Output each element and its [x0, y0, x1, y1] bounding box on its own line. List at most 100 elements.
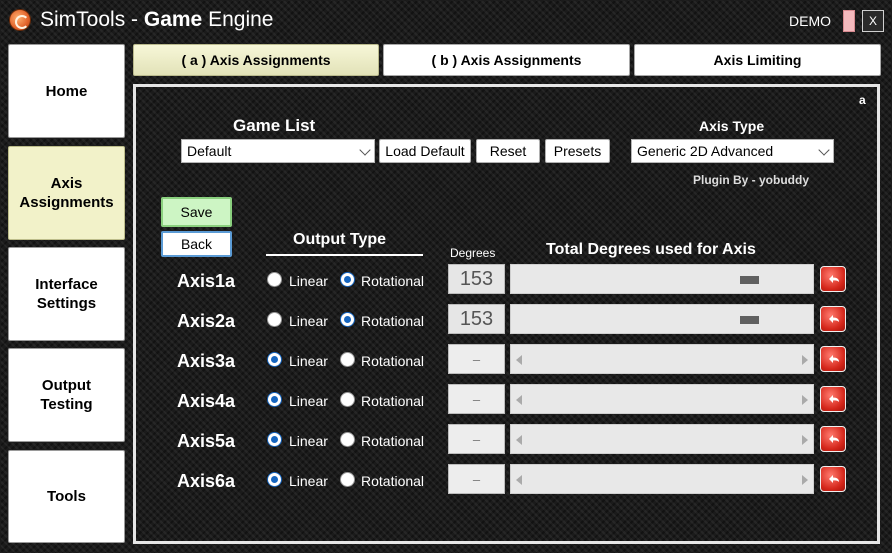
total-degrees-slider[interactable]	[510, 424, 814, 454]
rotational-radio-label: Rotational	[361, 313, 425, 329]
linear-radio[interactable]	[267, 432, 282, 447]
undo-arrow-icon[interactable]	[820, 386, 846, 412]
scroll-left-icon[interactable]	[516, 395, 522, 405]
plugin-by-label: Plugin By - yobuddy	[693, 173, 809, 187]
app-title: SimTools - Game Engine	[40, 8, 273, 32]
total-degrees-slider[interactable]	[510, 304, 814, 334]
rotational-radio[interactable]	[340, 312, 355, 327]
undo-arrow-icon[interactable]	[820, 306, 846, 332]
sidebar-item-axis-assignments[interactable]: Axis Assignments	[8, 146, 125, 240]
linear-radio-label: Linear	[289, 433, 328, 449]
rotational-radio-label: Rotational	[361, 273, 425, 289]
axis-type-label: Axis Type	[699, 118, 765, 134]
linear-radio-label: Linear	[289, 313, 328, 329]
undo-arrow-glyph	[829, 395, 839, 403]
linear-radio[interactable]	[267, 352, 282, 367]
undo-arrow-icon[interactable]	[820, 426, 846, 452]
game-list-label: Game List	[233, 116, 316, 135]
axis-name: Axis3a	[177, 351, 236, 371]
axis-type-value: Generic 2D Advanced	[637, 143, 774, 159]
undo-arrow-glyph	[829, 475, 839, 483]
axis-name: Axis1a	[177, 271, 236, 291]
sidebar-item-tools[interactable]: Tools	[8, 450, 125, 543]
app-title-separator: -	[125, 8, 144, 31]
total-degrees-slider[interactable]	[510, 264, 814, 294]
undo-arrow-glyph	[829, 275, 839, 283]
chevron-down-icon	[359, 144, 371, 156]
load-default-button[interactable]: Load Default	[379, 139, 471, 163]
linear-radio-label: Linear	[289, 273, 328, 289]
app-title-game: Game	[143, 8, 203, 31]
close-button[interactable]: X	[862, 10, 884, 32]
linear-radio-label: Linear	[289, 353, 328, 369]
total-degrees-label: Total Degrees used for Axis	[546, 241, 756, 258]
linear-radio-label: Linear	[289, 393, 328, 409]
linear-radio[interactable]	[267, 392, 282, 407]
chevron-down-icon	[818, 144, 830, 156]
sidebar-item-output-testing[interactable]: Output Testing	[8, 348, 125, 442]
reset-button[interactable]: Reset	[476, 139, 540, 163]
undo-arrow-glyph	[829, 315, 839, 323]
rotational-radio-label: Rotational	[361, 473, 425, 489]
rotational-radio[interactable]	[340, 432, 355, 447]
demo-indicator	[843, 10, 855, 32]
simtools-logo-icon	[9, 9, 31, 31]
app-title-light: Sim	[40, 8, 77, 31]
slider-thumb[interactable]	[740, 276, 759, 284]
rotational-radio-label: Rotational	[361, 353, 425, 369]
sidebar-item-home[interactable]: Home	[8, 44, 125, 138]
scroll-left-icon[interactable]	[516, 435, 522, 445]
undo-arrow-icon[interactable]	[820, 266, 846, 292]
save-button[interactable]: Save	[161, 197, 232, 227]
degrees-label: Degrees	[450, 246, 496, 260]
scroll-right-icon[interactable]	[802, 355, 808, 365]
axis-name: Axis2a	[177, 311, 236, 331]
game-list-value: Default	[187, 143, 232, 159]
app-title-tools: Tools	[76, 8, 126, 31]
rotational-radio-label: Rotational	[361, 433, 425, 449]
linear-radio-label: Linear	[289, 473, 328, 489]
tab-axis-limiting[interactable]: Axis Limiting	[634, 44, 881, 76]
degrees-field[interactable]: –	[448, 464, 505, 494]
rotational-radio-label: Rotational	[361, 393, 425, 409]
axis-type-select[interactable]: Generic 2D Advanced	[631, 139, 834, 163]
undo-arrow-icon[interactable]	[820, 346, 846, 372]
app-title-engine: Engine	[202, 8, 274, 31]
sidebar-item-interface-settings[interactable]: Interface Settings	[8, 247, 125, 341]
degrees-field[interactable]: 153	[448, 304, 505, 334]
degrees-field[interactable]: –	[448, 424, 505, 454]
demo-label: DEMO	[789, 13, 831, 29]
presets-button[interactable]: Presets	[545, 139, 610, 163]
degrees-field[interactable]: –	[448, 344, 505, 374]
back-button[interactable]: Back	[161, 231, 232, 257]
undo-arrow-icon[interactable]	[820, 466, 846, 492]
output-type-label: Output Type	[293, 231, 387, 248]
linear-radio[interactable]	[267, 312, 282, 327]
axis-name: Axis6a	[177, 471, 236, 491]
tab-axis-assignments-b[interactable]: ( b ) Axis Assignments	[383, 44, 630, 76]
scroll-right-icon[interactable]	[802, 475, 808, 485]
axis-name: Axis4a	[177, 391, 236, 411]
rotational-radio[interactable]	[340, 472, 355, 487]
undo-arrow-glyph	[829, 435, 839, 443]
total-degrees-slider[interactable]	[510, 344, 814, 374]
degrees-field[interactable]: 153	[448, 264, 505, 294]
linear-radio[interactable]	[267, 272, 282, 287]
linear-radio[interactable]	[267, 472, 282, 487]
tab-axis-assignments-a[interactable]: ( a ) Axis Assignments	[133, 44, 379, 76]
total-degrees-slider[interactable]	[510, 384, 814, 414]
scroll-right-icon[interactable]	[802, 395, 808, 405]
rotational-radio[interactable]	[340, 392, 355, 407]
rotational-radio[interactable]	[340, 272, 355, 287]
scroll-right-icon[interactable]	[802, 435, 808, 445]
scroll-left-icon[interactable]	[516, 355, 522, 365]
slider-thumb[interactable]	[740, 316, 759, 324]
game-list-select[interactable]: Default	[181, 139, 375, 163]
panel-corner-label: a	[859, 93, 866, 107]
axis-name: Axis5a	[177, 431, 236, 451]
total-degrees-slider[interactable]	[510, 464, 814, 494]
rotational-radio[interactable]	[340, 352, 355, 367]
degrees-field[interactable]: –	[448, 384, 505, 414]
title-bar: SimTools - Game Engine DEMO X	[0, 0, 892, 40]
scroll-left-icon[interactable]	[516, 475, 522, 485]
